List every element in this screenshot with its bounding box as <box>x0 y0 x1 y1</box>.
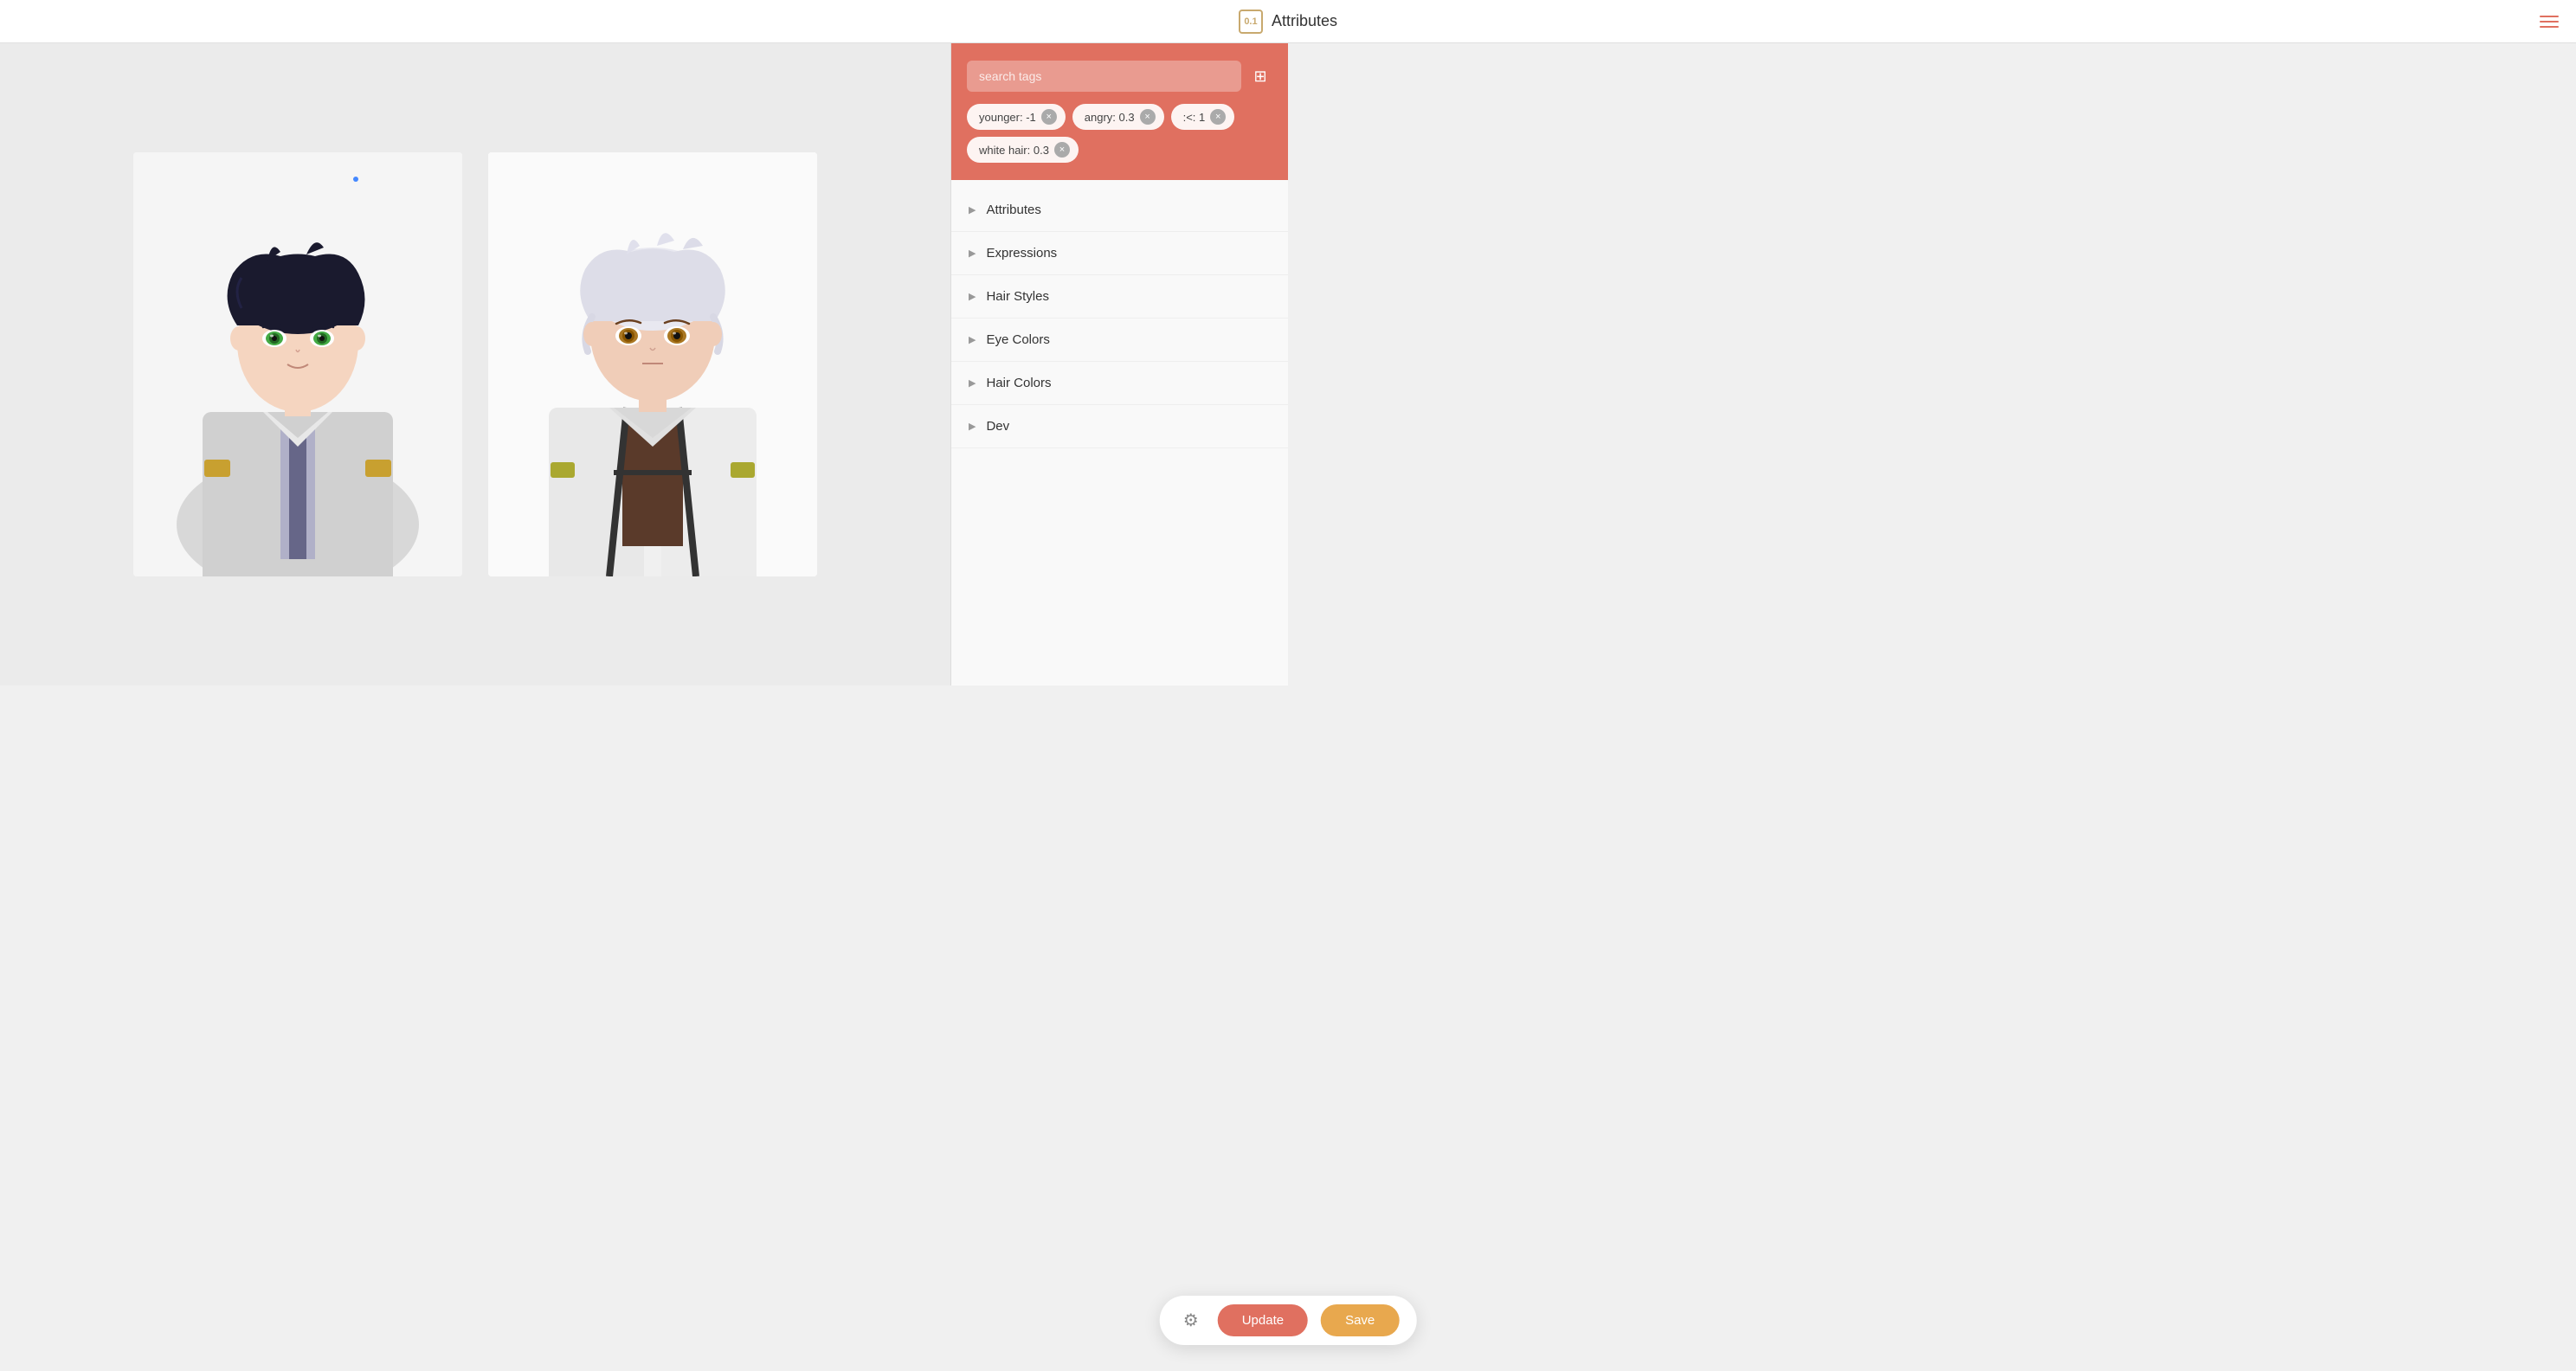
character-image-2 <box>488 152 817 576</box>
image-card-1[interactable] <box>133 152 462 576</box>
category-label-eyecolors: Eye Colors <box>986 332 1049 347</box>
tag-label-angry: angry: 0.3 <box>1085 111 1135 124</box>
arrow-icon-dev: ▶ <box>969 421 976 432</box>
arrow-icon-haircolors: ▶ <box>969 377 976 389</box>
plus-icon: ⊞ <box>1253 68 1266 84</box>
add-tag-button[interactable]: ⊞ <box>1248 64 1272 88</box>
arrow-icon-hairstyles: ▶ <box>969 291 976 302</box>
update-button[interactable]: Update <box>1218 1304 1308 1336</box>
save-button[interactable]: Save <box>1321 1304 1399 1336</box>
image-card-2[interactable] <box>488 152 817 576</box>
category-label-expressions: Expressions <box>986 246 1057 261</box>
content-area: ⚙ Update Save <box>0 43 950 686</box>
category-item-dev[interactable]: ▶ Dev <box>951 405 1288 448</box>
tags-area: younger: -1 × angry: 0.3 × :<: 1 × white… <box>967 104 1272 163</box>
tag-remove-whitehair[interactable]: × <box>1054 142 1070 158</box>
tag-remove-angry[interactable]: × <box>1140 109 1156 125</box>
gear-icon[interactable]: ⚙ <box>1177 1307 1205 1335</box>
character-image-1 <box>133 152 462 576</box>
category-item-eyecolors[interactable]: ▶ Eye Colors <box>951 319 1288 362</box>
tag-remove-emoji[interactable]: × <box>1210 109 1226 125</box>
tag-label-younger: younger: -1 <box>979 111 1036 124</box>
bottom-toolbar: ⚙ Update Save <box>1160 1296 1417 1345</box>
main-container: ⚙ Update Save ⊞ younger: -1 × angry: 0. <box>0 0 1288 686</box>
category-item-haircolors[interactable]: ▶ Hair Colors <box>951 362 1288 405</box>
arrow-icon-expressions: ▶ <box>969 248 976 259</box>
tag-remove-younger[interactable]: × <box>1041 109 1057 125</box>
tag-chip-younger: younger: -1 × <box>967 104 1066 130</box>
tag-chip-angry: angry: 0.3 × <box>1072 104 1164 130</box>
category-list: ▶ Attributes ▶ Expressions ▶ Hair Styles… <box>951 180 1288 457</box>
header-logo: 0.1 Attributes <box>1239 10 1337 34</box>
category-label-haircolors: Hair Colors <box>986 376 1051 390</box>
arrow-icon-attributes: ▶ <box>969 204 976 216</box>
right-sidebar: ⊞ younger: -1 × angry: 0.3 × :<: 1 × <box>950 43 1288 686</box>
app-header: 0.1 Attributes <box>0 0 2576 43</box>
category-item-expressions[interactable]: ▶ Expressions <box>951 232 1288 275</box>
logo-version-text: 0.1 <box>1244 16 1257 27</box>
search-area: ⊞ younger: -1 × angry: 0.3 × :<: 1 × <box>951 43 1288 180</box>
category-label-hairstyles: Hair Styles <box>986 289 1049 304</box>
char1-svg <box>133 152 462 576</box>
hamburger-menu-icon[interactable] <box>2540 16 2559 28</box>
tag-chip-whitehair: white hair: 0.3 × <box>967 137 1079 163</box>
blue-dot-indicator <box>353 177 358 182</box>
tag-label-emoji: :<: 1 <box>1183 111 1206 124</box>
search-input[interactable] <box>967 61 1241 92</box>
category-item-attributes[interactable]: ▶ Attributes <box>951 189 1288 232</box>
header-title: Attributes <box>1272 12 1337 30</box>
char2-svg <box>488 152 817 576</box>
tag-label-whitehair: white hair: 0.3 <box>979 144 1049 157</box>
category-label-attributes: Attributes <box>986 203 1040 217</box>
tag-chip-emoji: :<: 1 × <box>1171 104 1235 130</box>
category-item-hairstyles[interactable]: ▶ Hair Styles <box>951 275 1288 319</box>
arrow-icon-eyecolors: ▶ <box>969 334 976 345</box>
logo-version-box: 0.1 <box>1239 10 1263 34</box>
search-bar-row: ⊞ <box>967 61 1272 92</box>
category-label-dev: Dev <box>986 419 1009 434</box>
